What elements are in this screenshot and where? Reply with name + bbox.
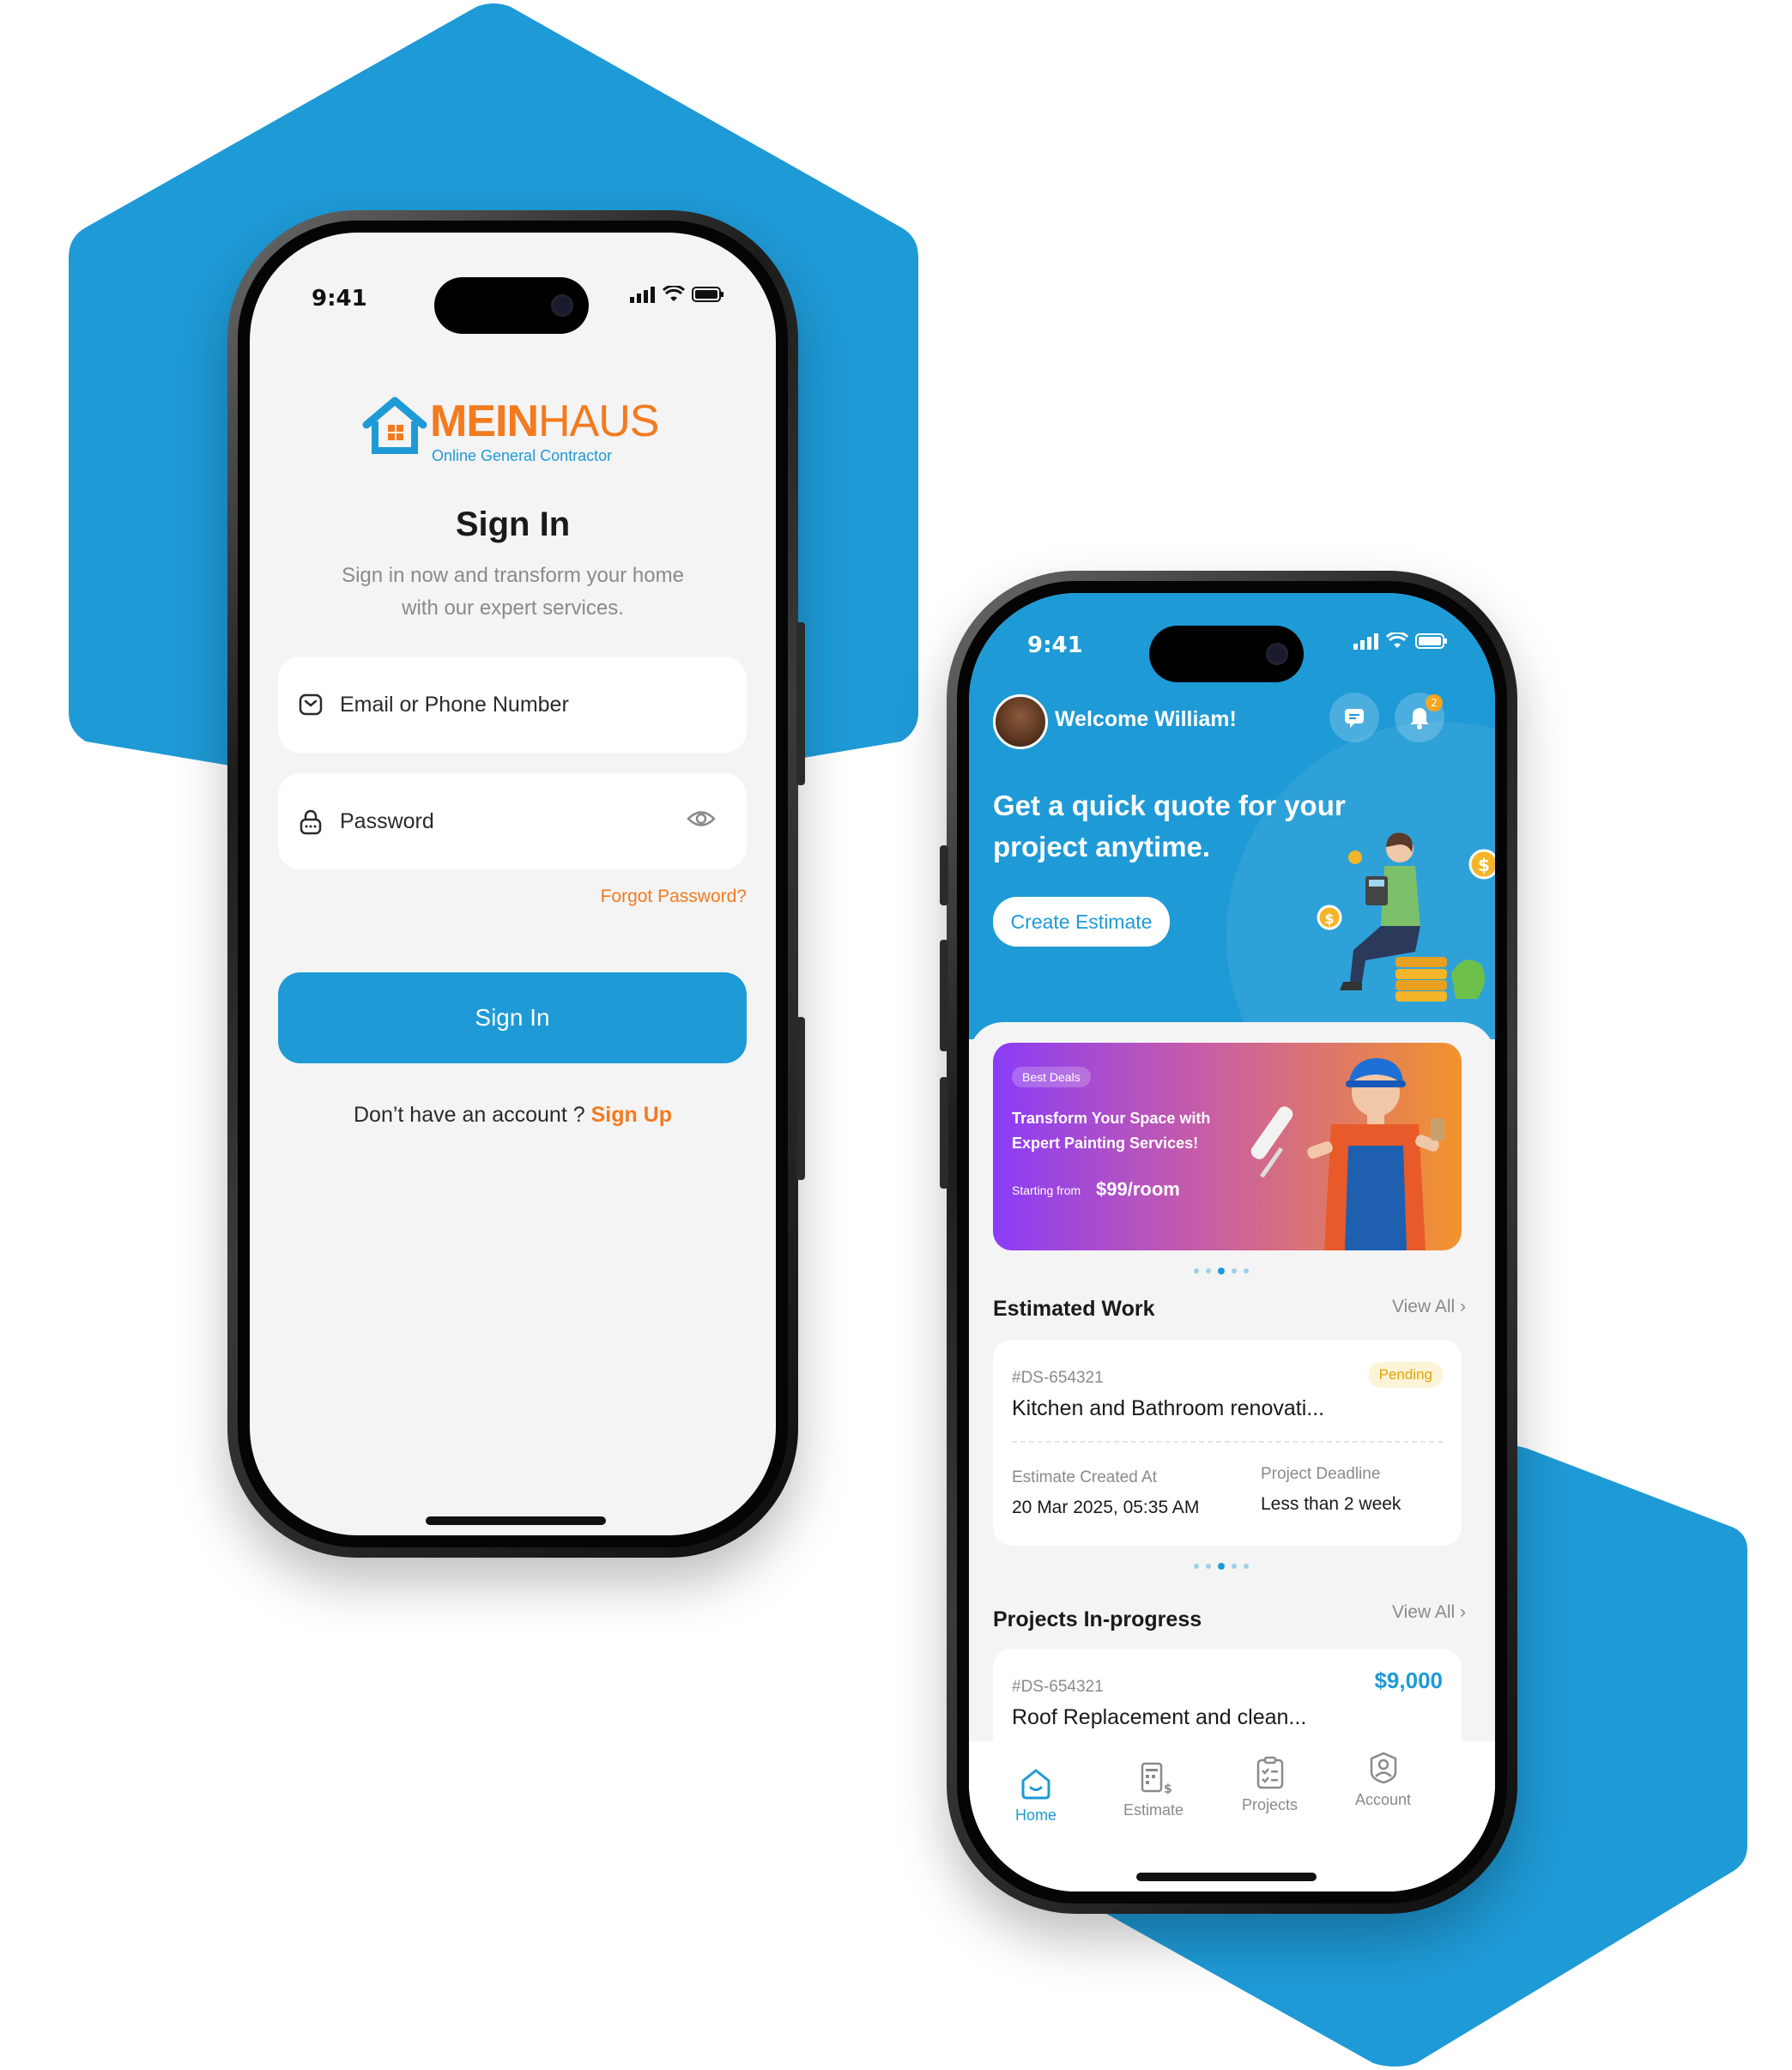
signup-link[interactable]: Sign Up	[591, 1103, 672, 1127]
promo-starting-from: Starting from	[1012, 1183, 1081, 1197]
promo-banner[interactable]: Best Deals Transform Your Space with Exp…	[993, 1043, 1462, 1250]
subtitle-line-1: Sign in now and transform your home	[342, 564, 684, 587]
home-icon	[1021, 1769, 1050, 1800]
carousel-dots	[1194, 1268, 1249, 1274]
side-button	[940, 1077, 948, 1189]
promo-tag: Best Deals	[1012, 1067, 1091, 1087]
phone-signin: 9:41 MEINHAUS Online General Contractor …	[227, 210, 805, 1558]
estimate-icon: $	[1141, 1762, 1171, 1796]
home-screen: 9:41 Welcome William! 2 Get a quick quot…	[969, 593, 1495, 1891]
avatar[interactable]	[993, 694, 1048, 749]
painter-illustration	[1250, 1058, 1444, 1250]
battery-icon	[1415, 633, 1447, 649]
estimate-created-label: Estimate Created At	[1012, 1468, 1157, 1486]
status-icons	[1353, 632, 1448, 650]
side-button	[940, 940, 948, 1051]
promo-title-line-2: Expert Painting Services!	[1012, 1135, 1199, 1152]
projects-icon	[1256, 1756, 1283, 1789]
chevron-right-icon: ›	[1460, 1297, 1466, 1316]
svg-text:$: $	[1478, 855, 1490, 875]
side-button	[796, 622, 805, 785]
calculator-person-illustration: $ $	[1317, 832, 1495, 1002]
create-estimate-button[interactable]: Create Estimate	[993, 897, 1170, 947]
chat-icon	[1345, 709, 1364, 728]
password-field[interactable]: Password	[278, 773, 747, 869]
tab-account-label: Account	[1355, 1791, 1412, 1808]
signin-button[interactable]: Sign In	[278, 972, 747, 1063]
signal-icon	[630, 287, 655, 303]
hero-line-1: Get a quick quote for your	[993, 790, 1346, 821]
tab-account[interactable]: Account	[1355, 1750, 1411, 1809]
projects-view-all[interactable]: View All ›	[1392, 1602, 1466, 1623]
dynamic-island	[434, 277, 589, 334]
chat-button[interactable]	[1329, 693, 1379, 742]
status-icons	[630, 286, 724, 303]
password-placeholder: Password	[340, 808, 434, 833]
estimated-work-view-all[interactable]: View All ›	[1392, 1297, 1466, 1317]
carousel-dots	[1194, 1563, 1249, 1570]
promo-title-line-1: Transform Your Space with	[1012, 1110, 1211, 1127]
estimate-card[interactable]: #DS-654321 Kitchen and Bathroom renovati…	[993, 1340, 1462, 1546]
mail-icon	[297, 691, 324, 718]
dynamic-island	[1149, 626, 1304, 682]
status-time: 9:41	[1027, 632, 1083, 658]
tab-home[interactable]: Home	[1015, 1765, 1056, 1825]
notifications-button[interactable]: 2	[1395, 693, 1444, 742]
status-time: 9:41	[312, 286, 367, 312]
project-deadline-label: Project Deadline	[1261, 1465, 1381, 1483]
signal-icon	[1353, 633, 1378, 650]
logo-tagline: Online General Contractor	[432, 447, 613, 464]
estimate-name: Kitchen and Bathroom renovati...	[1012, 1396, 1325, 1420]
wifi-icon	[663, 286, 685, 301]
tab-estimate[interactable]: $ Estimate	[1123, 1760, 1184, 1819]
tab-projects[interactable]: Projects	[1242, 1755, 1298, 1814]
battery-icon	[692, 287, 723, 302]
home-header: 9:41 Welcome William! 2 Get a quick quot…	[969, 593, 1495, 1039]
home-indicator	[426, 1516, 606, 1525]
status-badge: Pending	[1368, 1362, 1443, 1388]
tab-home-label: Home	[1015, 1807, 1057, 1824]
signup-line: Don’t have an account ? Sign Up	[250, 1103, 776, 1128]
forgot-password-link[interactable]: Forgot Password?	[601, 887, 747, 907]
welcome-text: Welcome William!	[1055, 707, 1237, 731]
notification-badge: 2	[1426, 694, 1443, 711]
projects-title: Projects In-progress	[993, 1607, 1202, 1631]
page-title: Sign In	[455, 505, 571, 543]
chevron-right-icon: ›	[1460, 1602, 1466, 1622]
subtitle-line-2: with our expert services.	[402, 596, 624, 620]
project-name: Roof Replacement and clean...	[1012, 1705, 1307, 1729]
project-price: $9,000	[1374, 1668, 1443, 1693]
no-account-text: Don’t have an account ?	[353, 1103, 585, 1127]
estimated-work-title: Estimated Work	[993, 1297, 1155, 1321]
svg-text:$: $	[1324, 911, 1334, 927]
estimate-created-value: 20 Mar 2025, 05:35 AM	[1012, 1498, 1200, 1517]
project-deadline-value: Less than 2 week	[1261, 1494, 1402, 1514]
signin-screen: 9:41 MEINHAUS Online General Contractor …	[250, 233, 776, 1535]
eye-icon[interactable]	[687, 808, 716, 833]
tab-projects-label: Projects	[1242, 1796, 1299, 1813]
phone-home: 9:41 Welcome William! 2 Get a quick quot…	[940, 571, 1517, 1914]
project-id: #DS-654321	[1012, 1678, 1104, 1696]
side-button	[796, 1017, 805, 1180]
email-placeholder: Email or Phone Number	[340, 692, 569, 717]
email-field[interactable]: Email or Phone Number	[278, 657, 747, 753]
svg-text:$: $	[1164, 1782, 1171, 1796]
lock-icon	[297, 808, 324, 835]
card-divider	[1012, 1441, 1443, 1443]
account-icon	[1370, 1752, 1396, 1784]
tab-estimate-label: Estimate	[1123, 1801, 1184, 1819]
promo-price: $99/room	[1096, 1178, 1180, 1200]
estimate-id: #DS-654321	[1012, 1369, 1104, 1387]
wifi-icon	[1386, 632, 1408, 648]
hero-line-2: project anytime.	[993, 831, 1211, 862]
logo-wordmark: MEINHAUS	[430, 396, 659, 446]
tab-bar: Home $ Estimate Projects Account	[969, 1741, 1495, 1891]
side-button	[940, 845, 948, 905]
home-indicator	[1136, 1873, 1317, 1881]
house-logo-icon	[362, 396, 427, 454]
